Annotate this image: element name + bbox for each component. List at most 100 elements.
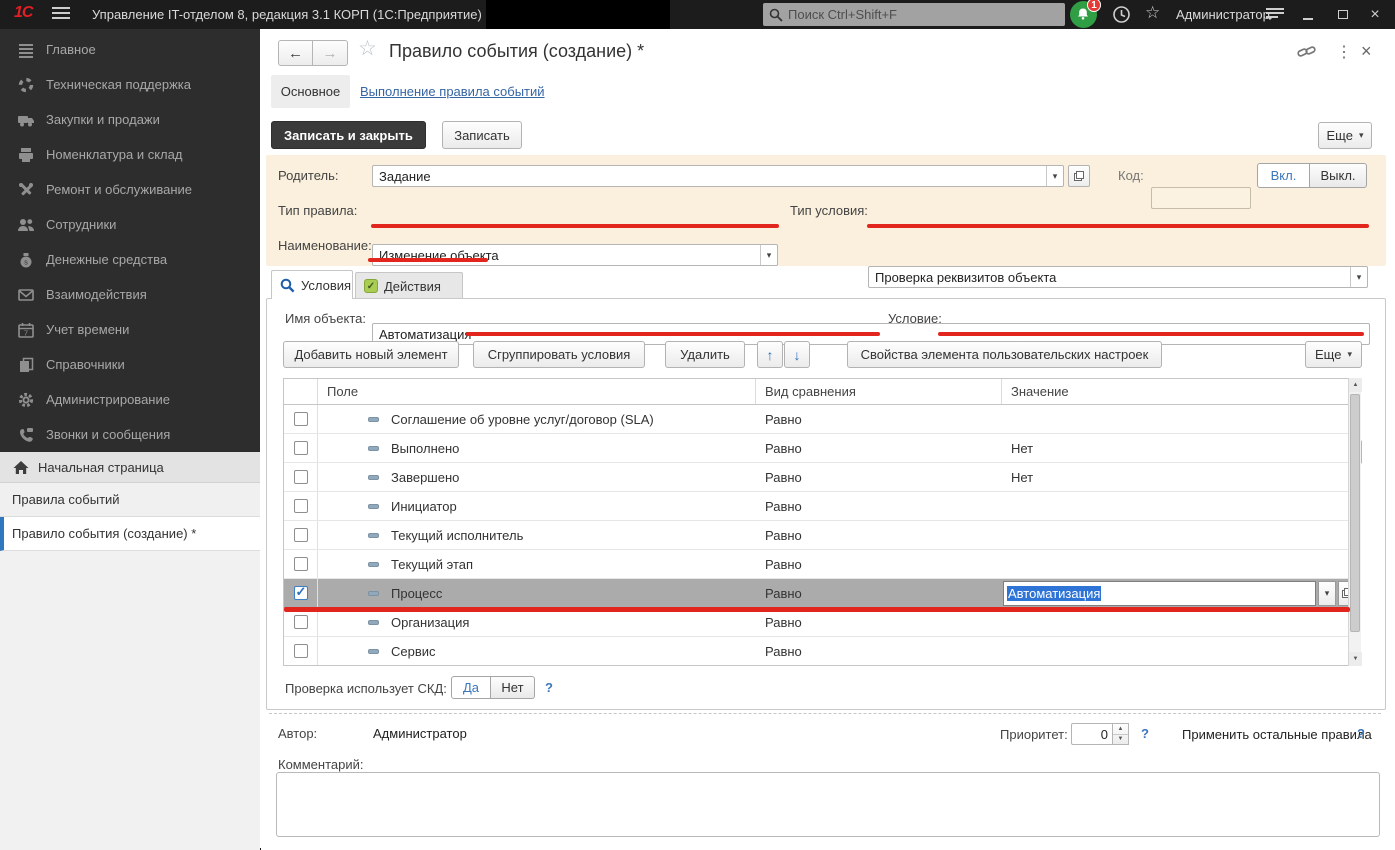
table-row[interactable]: ✓ Выполнено Равно Нет bbox=[284, 434, 1360, 463]
maximize-button[interactable] bbox=[1331, 0, 1355, 29]
page-tab-event-rules[interactable]: Правила событий bbox=[0, 483, 260, 517]
form-area: ← → ☆ Правило события (создание) * ⋮ × О… bbox=[261, 29, 1395, 850]
user-settings-properties-button[interactable]: Свойства элемента пользовательских настр… bbox=[847, 341, 1162, 368]
sidebar-item-repair[interactable]: Ремонт и обслуживание bbox=[0, 172, 260, 207]
row-checkbox[interactable]: ✓ bbox=[293, 557, 308, 571]
history-icon[interactable] bbox=[1112, 5, 1131, 24]
close-form-icon[interactable]: × bbox=[1361, 41, 1372, 62]
column-header-comparison[interactable]: Вид сравнения bbox=[756, 379, 1002, 404]
move-down-button[interactable]: ↓ bbox=[784, 341, 810, 368]
tab-rule-execution-link[interactable]: Выполнение правила событий bbox=[360, 84, 545, 99]
value-edit-input[interactable]: Автоматизация bbox=[1003, 580, 1316, 606]
row-checkbox[interactable]: ✓ bbox=[293, 644, 308, 658]
delete-button[interactable]: Удалить bbox=[665, 341, 745, 368]
more-dots-icon[interactable]: ⋮ bbox=[1336, 42, 1352, 62]
forward-button[interactable]: → bbox=[313, 40, 348, 66]
get-link-icon[interactable] bbox=[1297, 44, 1317, 60]
skd-yes-button[interactable]: Да bbox=[451, 676, 491, 699]
sidebar-item-catalogs[interactable]: Справочники bbox=[0, 347, 260, 382]
dropdown-icon[interactable]: ▾ bbox=[1046, 166, 1063, 186]
annotation-underline bbox=[284, 607, 1350, 612]
search-input[interactable] bbox=[788, 7, 1059, 22]
save-button[interactable]: Записать bbox=[442, 121, 522, 149]
comment-textarea[interactable] bbox=[276, 772, 1380, 837]
skd-no-button[interactable]: Нет bbox=[491, 676, 535, 699]
tab-conditions[interactable]: Условия bbox=[271, 270, 353, 299]
enabled-toggle-button[interactable]: Вкл. bbox=[1257, 163, 1310, 188]
1c-logo-icon: 1С bbox=[14, 4, 33, 21]
dropdown-icon[interactable]: ▾ bbox=[760, 245, 777, 265]
row-checkbox[interactable]: ✓ bbox=[293, 584, 308, 600]
value-dropdown-button[interactable]: ▾ bbox=[1318, 580, 1336, 606]
sidebar-item-main[interactable]: Главное bbox=[0, 32, 260, 67]
help-icon[interactable]: ? bbox=[545, 680, 553, 695]
parent-field[interactable]: Задание ▾ bbox=[372, 165, 1064, 187]
table-row[interactable]: ✓ Сервис Равно bbox=[284, 637, 1360, 665]
global-search[interactable] bbox=[763, 3, 1065, 26]
printer-icon bbox=[19, 147, 33, 162]
parent-label: Родитель: bbox=[278, 168, 339, 183]
scrollbar-thumb[interactable] bbox=[1350, 394, 1360, 632]
help-icon[interactable]: ? bbox=[1357, 726, 1365, 741]
save-and-close-button[interactable]: Записать и закрыть bbox=[271, 121, 426, 149]
main-menu-icon[interactable] bbox=[52, 7, 70, 22]
row-checkbox[interactable]: ✓ bbox=[293, 528, 308, 542]
priority-stepper[interactable]: ▲ ▼ bbox=[1113, 723, 1129, 745]
favorite-star-icon[interactable]: ☆ bbox=[358, 36, 377, 61]
add-element-button[interactable]: Добавить новый элемент bbox=[283, 341, 459, 368]
table-row[interactable]: ✓ Соглашение об уровне услуг/договор (SL… bbox=[284, 405, 1360, 434]
dropdown-icon[interactable]: ▾ bbox=[1350, 267, 1367, 287]
row-checkbox[interactable]: ✓ bbox=[293, 441, 308, 455]
table-scrollbar[interactable]: ▲ ▼ bbox=[1348, 378, 1362, 666]
sidebar-item-purchases[interactable]: Закупки и продажи bbox=[0, 102, 260, 137]
svg-text:7: 7 bbox=[24, 328, 28, 337]
table-row[interactable]: ✓ Текущий этап Равно bbox=[284, 550, 1360, 579]
help-icon[interactable]: ? bbox=[1141, 726, 1149, 741]
row-checkbox[interactable]: ✓ bbox=[293, 412, 308, 426]
move-up-button[interactable]: ↑ bbox=[757, 341, 783, 368]
column-header-value[interactable]: Значение bbox=[1002, 379, 1360, 404]
priority-input[interactable]: 0 bbox=[1071, 723, 1113, 745]
sidebar-item-employees[interactable]: Сотрудники bbox=[0, 207, 260, 242]
rule-type-field[interactable]: Изменение объекта ▾ bbox=[372, 244, 778, 266]
sidebar-item-timesheet[interactable]: 7 Учет времени bbox=[0, 312, 260, 347]
notifications-bell-icon[interactable]: 1 bbox=[1070, 0, 1101, 28]
group-conditions-button[interactable]: Сгруппировать условия bbox=[473, 341, 645, 368]
sidebar-item-calls[interactable]: Звонки и сообщения bbox=[0, 417, 260, 452]
tab-main[interactable]: Основное bbox=[271, 75, 350, 108]
scroll-down-icon[interactable]: ▼ bbox=[1349, 652, 1362, 666]
more-table-button[interactable]: Еще ▾ bbox=[1305, 341, 1362, 368]
table-row[interactable]: ✓ Инициатор Равно bbox=[284, 492, 1360, 521]
app-window: 1С Управление IT-отделом 8, редакция 3.1… bbox=[0, 0, 1395, 850]
close-window-button[interactable]: × bbox=[1363, 0, 1387, 29]
row-checkbox[interactable]: ✓ bbox=[293, 470, 308, 484]
disabled-toggle-button[interactable]: Выкл. bbox=[1310, 163, 1367, 188]
sidebar-item-interactions[interactable]: Взаимодействия bbox=[0, 277, 260, 312]
scroll-up-icon[interactable]: ▲ bbox=[1349, 378, 1362, 392]
table-row[interactable]: ✓ Организация Равно bbox=[284, 608, 1360, 637]
rule-type-label: Тип правила: bbox=[278, 203, 358, 218]
tools-icon bbox=[19, 182, 33, 195]
favorites-star-icon[interactable]: ☆ bbox=[1145, 3, 1160, 23]
home-page-item[interactable]: Начальная страница bbox=[0, 452, 260, 483]
more-commands-button[interactable]: Еще ▾ bbox=[1318, 122, 1372, 149]
current-user[interactable]: Администратор bbox=[1176, 7, 1270, 22]
sidebar-item-money[interactable]: s Денежные средства bbox=[0, 242, 260, 277]
field-dash-icon bbox=[368, 503, 379, 509]
priority-label: Приоритет: bbox=[1000, 727, 1068, 742]
minimize-button[interactable] bbox=[1296, 0, 1320, 29]
row-checkbox[interactable]: ✓ bbox=[293, 615, 308, 629]
row-checkbox[interactable]: ✓ bbox=[293, 499, 308, 513]
tab-actions[interactable]: ✓ Действия bbox=[355, 272, 463, 299]
table-row[interactable]: ✓ Завершено Равно Нет bbox=[284, 463, 1360, 492]
parent-open-button[interactable] bbox=[1068, 165, 1090, 187]
page-tab-event-rule-create[interactable]: Правило события (создание) * bbox=[0, 517, 260, 551]
condition-type-field[interactable]: Проверка реквизитов объекта ▾ bbox=[868, 266, 1368, 288]
column-header-field[interactable]: Поле bbox=[318, 379, 756, 404]
sidebar-item-stock[interactable]: Номенклатура и склад bbox=[0, 137, 260, 172]
back-button[interactable]: ← bbox=[278, 40, 313, 66]
sidebar-item-administration[interactable]: Администрирование bbox=[0, 382, 260, 417]
sidebar-item-support[interactable]: Техническая поддержка bbox=[0, 67, 260, 102]
table-row-selected[interactable]: ✓ Процесс Равно Автоматизация ▾ bbox=[284, 579, 1360, 608]
table-row[interactable]: ✓ Текущий исполнитель Равно bbox=[284, 521, 1360, 550]
